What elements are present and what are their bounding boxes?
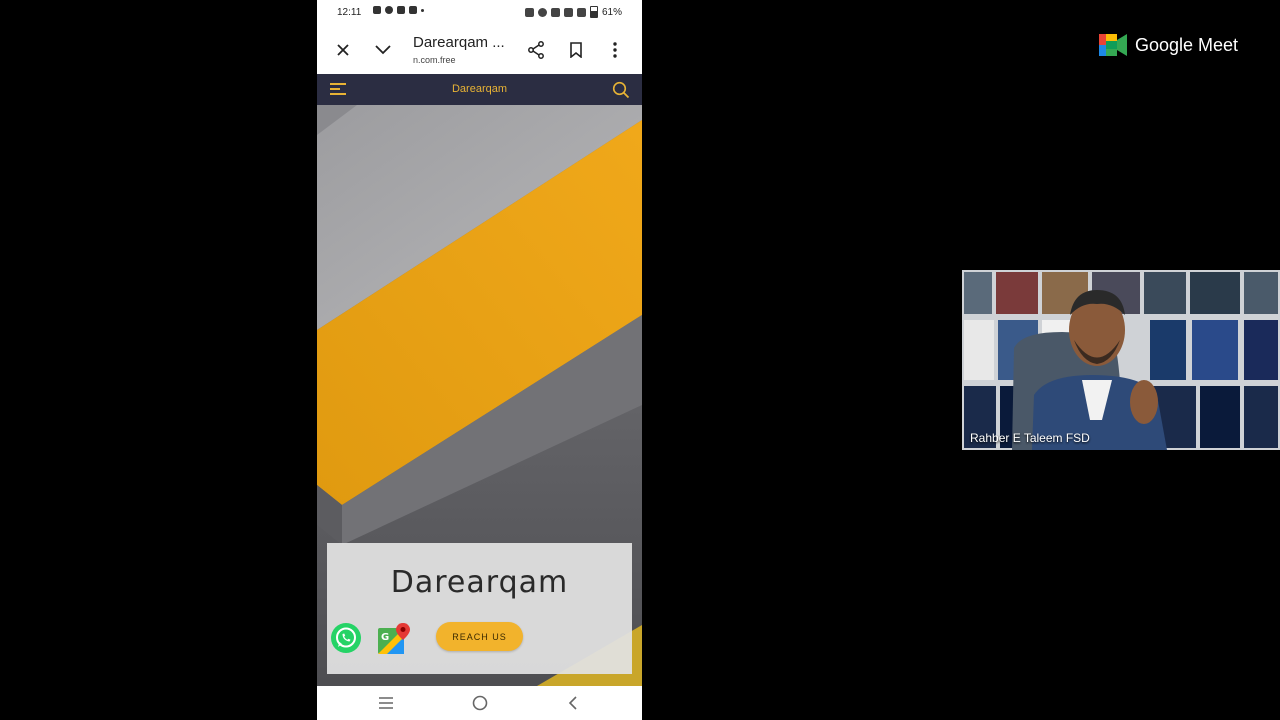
signal-icon: [576, 7, 586, 17]
phone-screen: 12:11 61% Darearqam ... n.com.free Darea…: [317, 0, 642, 720]
wifi-icon: [563, 7, 573, 17]
hero-section: Darearqam G REACH US: [317, 105, 642, 686]
browser-toolbar: Darearqam ... n.com.free: [317, 26, 642, 74]
bookmark-icon[interactable]: [564, 38, 588, 62]
more-notifications-dot-icon: [421, 8, 424, 12]
dnd-icon: [537, 7, 547, 17]
camera-notification-icon: [373, 6, 381, 14]
search-icon[interactable]: [612, 81, 630, 99]
tiktok-notification-icon: [409, 6, 417, 14]
battery-icon: [589, 6, 598, 18]
google-maps-icon[interactable]: G: [377, 622, 411, 656]
participant-video: [962, 270, 1280, 450]
recent-apps-icon[interactable]: [377, 694, 395, 712]
participant-video-tile[interactable]: Rahber E Taleem FSD: [962, 270, 1280, 450]
volte-icon: [550, 7, 560, 17]
reach-us-button[interactable]: REACH US: [436, 622, 523, 651]
hero-title: Darearqam: [390, 565, 569, 600]
site-header: Darearqam: [317, 74, 642, 105]
close-icon[interactable]: [331, 38, 355, 62]
page-title[interactable]: Darearqam ...: [413, 34, 505, 51]
site-title[interactable]: Darearqam: [317, 83, 642, 95]
google-meet-text: Google Meet: [1135, 34, 1239, 55]
android-nav-bar: [317, 686, 642, 720]
status-time: 12:11: [337, 7, 362, 18]
participant-name: Rahber E Taleem FSD: [970, 431, 1090, 445]
google-meet-logo: Google Meet: [1099, 34, 1238, 56]
facebook-notification-icon: [385, 6, 393, 14]
instagram-notification-icon: [397, 6, 405, 14]
whatsapp-icon[interactable]: [330, 622, 362, 654]
back-icon[interactable]: [564, 694, 582, 712]
chevron-down-icon[interactable]: [371, 38, 395, 62]
page-url[interactable]: n.com.free: [413, 55, 456, 65]
share-icon[interactable]: [524, 38, 548, 62]
svg-text:G: G: [381, 632, 389, 643]
cast-icon: [524, 7, 534, 17]
status-bar: 12:11 61%: [317, 0, 642, 26]
google-meet-icon: [1099, 34, 1127, 56]
home-icon[interactable]: [471, 694, 489, 712]
system-status-icons: 61%: [524, 6, 622, 18]
notification-icons: [373, 6, 424, 14]
hero-card: Darearqam G REACH US: [327, 543, 632, 674]
battery-percent: 61%: [601, 6, 622, 18]
more-options-icon[interactable]: [603, 38, 627, 62]
